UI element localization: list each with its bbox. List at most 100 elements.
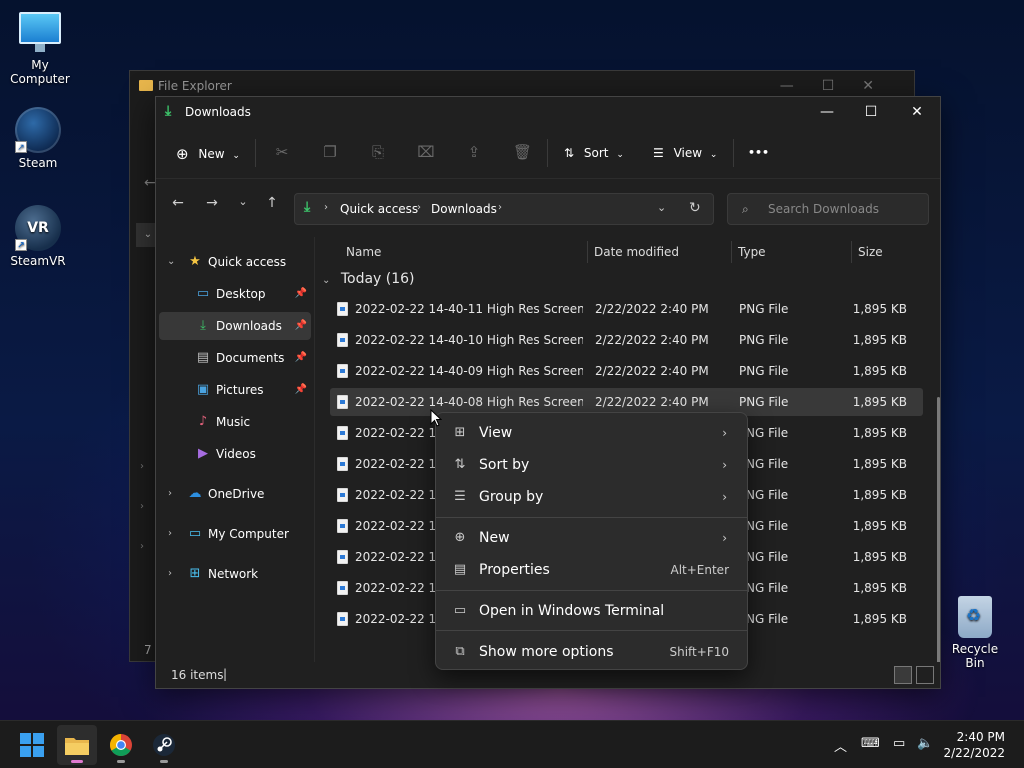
desktop-icon-steam[interactable]: ↗ Steam [0,107,78,170]
menu-item-label: Open in Windows Terminal [479,603,665,619]
cut-icon[interactable]: ✂ [273,143,291,161]
keyboard-icon[interactable]: ⌨ [861,736,880,751]
start-button[interactable] [12,725,52,765]
taskbar-chrome[interactable] [101,725,141,765]
png-file-icon [337,426,348,440]
chevron-right-icon[interactable]: › [168,520,172,548]
column-header-name[interactable]: Name [346,241,381,263]
nav-item-documents[interactable]: ▤ Documents 📌 [159,344,311,372]
group-header-today[interactable]: ⌄ Today (16) [322,271,415,287]
back-arrow-icon[interactable]: ← [144,175,156,191]
menu-item-open-terminal[interactable]: ▭ Open in Windows Terminal [440,596,743,626]
menu-item-sort-by[interactable]: ⇅ Sort by › [440,450,743,480]
menu-item-properties[interactable]: ▤ Properties Alt+Enter [440,555,743,585]
menu-item-view[interactable]: ⊞ View › [440,418,743,448]
forward-arrow-icon[interactable]: → [202,195,222,211]
desktop-icon-recycle-bin[interactable]: Recycle Bin [941,596,1009,670]
taskbar-file-explorer[interactable] [57,725,97,765]
file-size: 1,895 KB [852,302,907,316]
group-header-label: Today (16) [340,271,415,287]
copy-icon[interactable]: ❐ [321,143,339,161]
nav-item-music[interactable]: ♪ Music [159,408,311,436]
view-button[interactable]: ☰ View ⌄ [653,141,717,165]
column-divider[interactable] [731,241,732,263]
nav-item-pictures[interactable]: ▣ Pictures 📌 [159,376,311,404]
column-header-type[interactable]: Type [738,241,766,263]
breadcrumb-downloads[interactable]: Downloads [431,202,497,216]
chevron-down-icon[interactable]: ⌄ [167,248,175,276]
details-view-button[interactable] [894,666,912,684]
minimize-button[interactable]: — [804,97,850,127]
nav-item-onedrive[interactable]: › ☁ OneDrive [159,480,311,508]
window-titlebar[interactable]: ⤓ Downloads — ☐ ✕ [156,97,940,127]
desktop-icon-my-computer[interactable]: My Computer [0,12,80,86]
more-options-icon: ⧉ [455,644,465,659]
table-row[interactable]: 2022-02-22 14-40-09 High Res Screensho..… [330,357,923,385]
menu-item-label: View [479,425,513,441]
nav-item-quick-access[interactable]: ⌄ ★ Quick access [159,248,311,276]
chevron-right-icon: › [722,426,727,440]
table-row[interactable]: 2022-02-22 14-40-11 High Res Screensho..… [330,295,923,323]
pictures-icon: ▣ [196,382,210,397]
vr-badge-text: VR [27,220,49,236]
rename-icon[interactable]: ⌧ [417,143,435,161]
refresh-icon[interactable]: ↻ [689,200,701,216]
delete-icon[interactable]: 🗑 [513,143,532,161]
nav-item-my-computer[interactable]: › ▭ My Computer [159,520,311,548]
back-arrow-icon[interactable]: ← [168,195,188,211]
paste-icon[interactable]: ⎘ [369,143,387,161]
menu-separator [436,517,747,518]
column-divider[interactable] [851,241,852,263]
close-button[interactable]: ✕ [894,97,940,127]
menu-item-group-by[interactable]: ☰ Group by › [440,482,743,512]
table-row[interactable]: 2022-02-22 14-40-10 High Res Screensho..… [330,326,923,354]
menu-item-shortcut: Alt+Enter [670,563,729,577]
menu-item-new[interactable]: ⊕ New › [440,523,743,553]
sort-button[interactable]: ⇅ Sort ⌄ [564,141,624,165]
recent-locations-icon[interactable]: ⌄ [233,195,253,208]
menu-separator [436,590,747,591]
folder-icon [139,80,153,91]
search-placeholder: Search Downloads [768,202,879,216]
address-bar[interactable]: ⤓ › Quick access › Downloads › ⌄ ↻ [294,193,714,225]
search-input[interactable]: ⌕ Search Downloads [727,193,929,225]
nav-item-label: OneDrive [208,487,265,501]
vertical-scrollbar[interactable] [937,397,940,662]
chevron-right-icon[interactable]: › [168,480,172,508]
network-tray-icon[interactable]: ▭ [893,736,905,751]
group-icon: ☰ [454,489,466,504]
tiles-view-button[interactable] [916,666,934,684]
plus-circle-icon: ⊕ [454,530,466,545]
more-options-button[interactable]: ••• [748,141,769,165]
chevron-up-icon[interactable]: ︿ [834,736,847,755]
menu-item-show-more-options[interactable]: ⧉ Show more options Shift+F10 [440,637,743,667]
column-divider[interactable] [587,241,588,263]
address-dropdown-icon[interactable]: ⌄ [657,201,666,214]
nav-item-network[interactable]: › ⊞ Network [159,560,311,588]
item-count: 16 items [171,668,224,682]
chevron-down-icon: ⌄ [616,150,624,160]
nav-item-videos[interactable]: ▶ Videos [159,440,311,468]
nav-item-downloads[interactable]: ⤓ Downloads 📌 [159,312,311,340]
download-icon: ⤓ [200,318,206,333]
new-button[interactable]: ⊕ New ⌄ [176,141,240,165]
nav-item-desktop[interactable]: ▭ Desktop 📌 [159,280,311,308]
maximize-button[interactable]: ☐ [848,97,894,127]
png-file-icon [337,333,348,347]
breadcrumb-quick-access[interactable]: Quick access [340,202,418,216]
column-header-size[interactable]: Size [858,241,883,263]
taskbar-clock[interactable]: 2:40 PM 2/22/2022 [943,729,1005,761]
chevron-right-icon[interactable]: › [168,560,172,588]
search-icon: ⌕ [742,202,749,216]
volume-icon[interactable]: 🔈 [917,736,933,751]
desktop-icon-steamvr[interactable]: VR ↗ SteamVR [0,205,78,268]
taskbar-steam[interactable] [144,725,184,765]
steamvr-icon: VR ↗ [15,205,61,251]
up-arrow-icon[interactable]: ↑ [262,195,282,211]
share-icon[interactable]: ⇪ [465,143,483,161]
column-header-date[interactable]: Date modified [594,241,679,263]
nav-item-label: Documents [216,351,285,365]
context-menu: ⊞ View › ⇅ Sort by › ☰ Group by › ⊕ New … [435,412,748,670]
background-window-title: File Explorer [158,79,232,93]
menu-item-shortcut: Shift+F10 [669,645,729,659]
